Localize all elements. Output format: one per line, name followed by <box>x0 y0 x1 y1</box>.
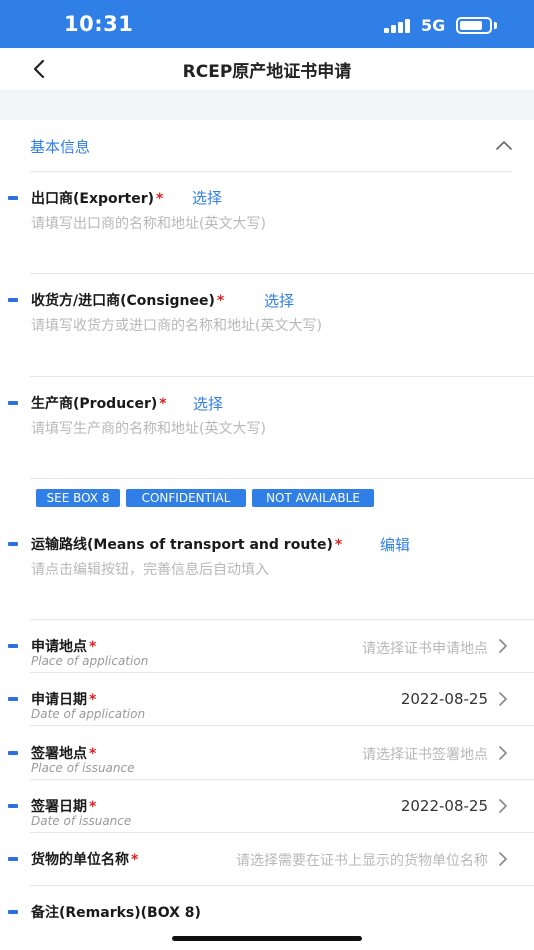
field-marker <box>8 751 18 755</box>
required-mark: * <box>89 746 97 762</box>
home-indicator[interactable] <box>172 936 362 941</box>
field-marker <box>8 542 18 546</box>
required-mark: * <box>131 852 139 868</box>
nav-bar: RCEP原产地证书申请 <box>0 48 534 90</box>
row-label: 申请日期 * <box>31 692 97 708</box>
divider <box>30 725 534 726</box>
consignee-select-button[interactable]: 选择 <box>264 290 294 311</box>
remarks-label: 备注(Remarks)(BOX 8) <box>31 905 201 921</box>
consignee-label: 收货方/进口商(Consignee) * <box>31 293 225 309</box>
network-type: 5G <box>421 16 446 35</box>
transport-label: 运输路线(Means of transport and route) * <box>31 537 343 553</box>
divider <box>30 478 534 479</box>
required-mark: * <box>89 692 97 708</box>
field-marker <box>8 196 18 200</box>
divider <box>30 619 534 620</box>
goods-unit-name-value[interactable]: 请选择需要在证书上显示的货物单位名称 <box>236 850 488 870</box>
divider <box>30 376 534 377</box>
section-spacer <box>0 90 534 120</box>
place-of-issuance-value[interactable]: 请选择证书签署地点 <box>362 744 488 764</box>
row-label: 货物的单位名称 * <box>31 852 139 868</box>
row-sublabel: Date of application <box>31 707 146 721</box>
row-label: 申请地点 * <box>31 639 97 655</box>
battery-tip <box>494 22 497 29</box>
divider <box>30 171 512 172</box>
transport-input[interactable]: 请点击编辑按钮，完善信息后自动填入 <box>31 559 269 579</box>
field-marker <box>8 644 18 648</box>
divider <box>30 832 534 833</box>
row-label: 签署地点 * <box>31 746 97 762</box>
chevron-right-icon[interactable] <box>498 639 508 653</box>
section-title: 基本信息 <box>30 138 91 156</box>
chevron-right-icon[interactable] <box>498 799 508 813</box>
exporter-select-button[interactable]: 选择 <box>192 187 222 208</box>
producer-select-button[interactable]: 选择 <box>193 393 223 414</box>
producer-input[interactable]: 请填写生产商的名称和地址(英文大写) <box>31 418 266 438</box>
status-bar: 10:31 5G <box>0 0 534 48</box>
field-marker <box>8 857 18 861</box>
required-mark: * <box>334 537 343 553</box>
divider <box>30 779 534 780</box>
battery-level <box>460 21 482 30</box>
row-sublabel: Place of application <box>31 654 149 668</box>
exporter-label: 出口商(Exporter) * <box>31 191 164 207</box>
chevron-right-icon[interactable] <box>498 852 508 866</box>
battery-icon <box>456 17 492 34</box>
tag-not-available[interactable]: NOT AVAILABLE <box>252 489 374 507</box>
required-mark: * <box>89 799 97 815</box>
date-of-issuance-value[interactable]: 2022-08-25 <box>401 797 488 815</box>
place-of-application-value[interactable]: 请选择证书申请地点 <box>362 638 488 658</box>
producer-label: 生产商(Producer) * <box>31 396 167 412</box>
chevron-right-icon[interactable] <box>498 692 508 706</box>
date-of-application-value[interactable]: 2022-08-25 <box>401 690 488 708</box>
row-label: 签署日期 * <box>31 799 97 815</box>
field-marker <box>8 910 18 914</box>
transport-edit-button[interactable]: 编辑 <box>380 534 410 555</box>
exporter-input[interactable]: 请填写出口商的名称和地址(英文大写) <box>31 213 266 233</box>
field-marker <box>8 401 18 405</box>
tag-confidential[interactable]: CONFIDENTIAL <box>126 489 246 507</box>
required-mark: * <box>159 396 167 412</box>
status-time: 10:31 <box>64 12 134 36</box>
consignee-input[interactable]: 请填写收货方或进口商的名称和地址(英文大写) <box>31 315 322 335</box>
row-sublabel: Date of issuance <box>31 814 132 828</box>
signal-icon <box>384 19 412 33</box>
chevron-up-icon[interactable] <box>495 138 513 152</box>
divider <box>30 885 534 886</box>
field-marker <box>8 697 18 701</box>
chevron-right-icon[interactable] <box>498 746 508 760</box>
page-title: RCEP原产地证书申请 <box>182 62 352 82</box>
required-mark: * <box>89 639 97 655</box>
divider <box>30 672 534 673</box>
tag-see-box-8[interactable]: SEE BOX 8 <box>36 489 120 507</box>
row-sublabel: Place of issuance <box>31 761 135 775</box>
required-mark: * <box>216 293 225 309</box>
field-marker <box>8 298 18 302</box>
divider <box>30 273 534 274</box>
required-mark: * <box>156 191 164 207</box>
field-marker <box>8 804 18 808</box>
section-header[interactable]: 基本信息 <box>0 120 534 172</box>
